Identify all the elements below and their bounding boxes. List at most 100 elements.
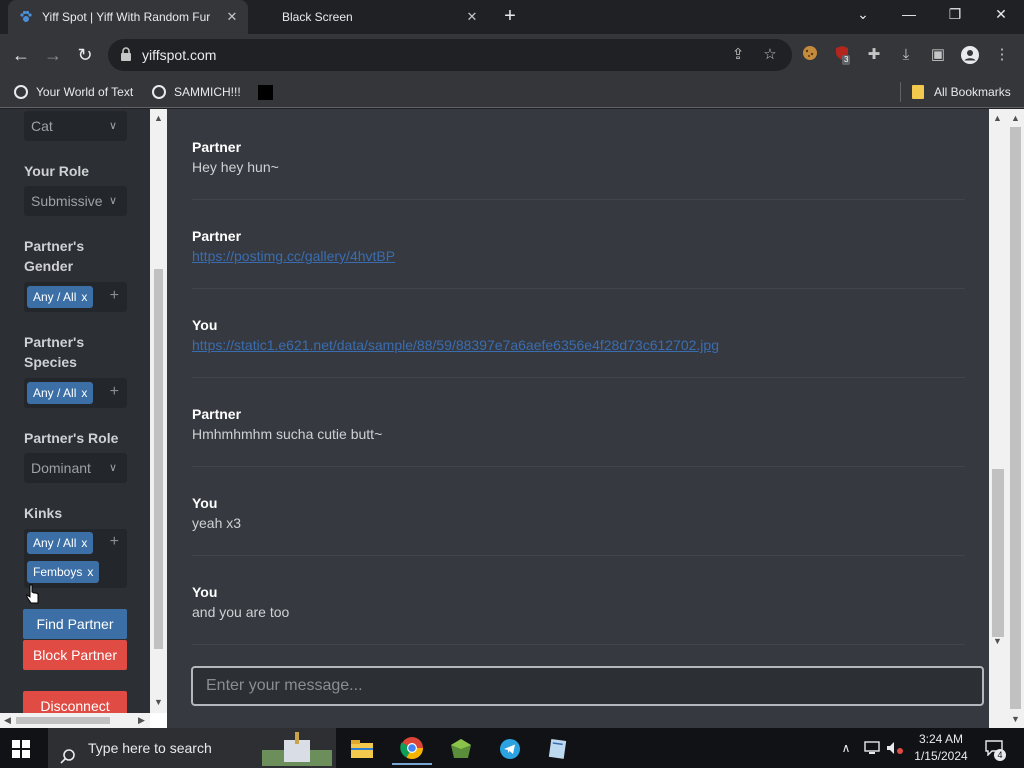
scroll-up-arrow-icon[interactable]: ▲ <box>993 113 1002 123</box>
clock-time: 3:24 AM <box>918 732 964 746</box>
bookmark-your-world-of-text[interactable]: Your World of Text <box>14 83 133 101</box>
bookmark-label: Your World of Text <box>36 85 134 99</box>
your-role-select[interactable]: Submissive ∨ <box>24 186 127 216</box>
tag-chip[interactable]: Any / All x <box>27 382 94 404</box>
search-placeholder: Type here to search <box>88 740 212 756</box>
chat-scrollbar-track[interactable]: ▲ ▼ <box>989 109 1007 728</box>
notifications-icon[interactable]: 4 <box>982 728 1006 768</box>
tag-remove-icon[interactable]: x <box>81 290 87 304</box>
tab-search-icon[interactable]: ⌄ <box>840 0 886 30</box>
notepad-icon[interactable] <box>538 733 578 765</box>
tab-close-icon[interactable]: ✕ <box>222 9 242 25</box>
download-icon[interactable]: ⤓ <box>896 45 916 65</box>
chat-message: Partner Hmhmhmhm sucha cutie butt~ <box>192 378 965 467</box>
show-hidden-icons-chevron-icon[interactable]: ∧ <box>836 728 856 768</box>
volume-muted-icon[interactable] <box>884 728 906 768</box>
window-close-icon[interactable]: ✕ <box>978 0 1024 30</box>
scrollbar-thumb[interactable] <box>154 269 163 649</box>
tab-black-screen[interactable]: Black Screen ✕ <box>256 0 488 34</box>
scroll-left-arrow-icon[interactable]: ◀ <box>4 715 11 726</box>
share-icon[interactable]: ⇪ <box>728 45 748 65</box>
scroll-right-arrow-icon[interactable]: ▶ <box>138 715 145 726</box>
chat-message: You and you are too <box>192 556 965 645</box>
new-tab-icon[interactable]: + <box>498 5 522 29</box>
scrollbar-thumb[interactable] <box>16 717 110 724</box>
disconnect-button[interactable]: Disconnect <box>23 691 127 713</box>
tag-label: Any / All <box>33 536 77 550</box>
screen: Yiff Spot | Yiff With Random Fur ✕ Black… <box>0 0 1024 768</box>
minecraft-launcher-icon[interactable] <box>441 733 481 765</box>
add-tag-icon[interactable]: + <box>110 533 119 551</box>
partner-gender-tagbox[interactable]: Any / All x + <box>24 282 127 312</box>
address-bar[interactable]: yiffspot.com ⇪ ☆ <box>108 39 792 71</box>
sidebar-scrollbar[interactable]: ▲ ▼ <box>150 109 167 713</box>
chat-message: You yeah x3 <box>192 467 965 556</box>
page-scrollbar[interactable]: ▲ ▼ ▲ ▼ <box>989 109 1024 728</box>
chat-panel: Partner Hey hey hun~ Partner https://pos… <box>167 109 989 728</box>
message-text: Hey hey hun~ <box>192 159 279 175</box>
add-tag-icon[interactable]: + <box>110 383 119 401</box>
your-role-value: Submissive <box>31 193 103 209</box>
windows-start-icon[interactable] <box>12 740 30 758</box>
ublock-extension-icon[interactable]: 3 <box>832 45 852 65</box>
message-link[interactable]: https://static1.e621.net/data/sample/88/… <box>192 337 719 353</box>
find-partner-button[interactable]: Find Partner <box>23 609 127 639</box>
scroll-up-arrow-icon[interactable]: ▲ <box>154 113 163 123</box>
bookmarks-bar: Your World of Text SAMMICH!!! All Bookma… <box>0 76 1024 108</box>
file-explorer-icon[interactable] <box>342 733 382 765</box>
cookie-extension-icon[interactable] <box>800 45 820 65</box>
globe-icon <box>152 85 166 99</box>
chat-message: Partner Hey hey hun~ <box>192 111 965 200</box>
reload-icon[interactable]: ↻ <box>72 42 98 68</box>
folder-icon <box>912 85 924 99</box>
back-icon[interactable]: ← <box>8 42 34 68</box>
scroll-down-arrow-icon[interactable]: ▼ <box>993 636 1002 646</box>
network-icon[interactable] <box>860 728 884 768</box>
outer-scrollbar[interactable]: ▲ ▼ <box>1007 109 1024 728</box>
tag-chip[interactable]: Femboys x <box>27 561 100 583</box>
restore-icon[interactable]: ❐ <box>932 0 978 30</box>
species-value: Cat <box>31 118 53 134</box>
message-sender: You <box>192 317 218 333</box>
message-input[interactable]: Enter your message... <box>191 666 984 706</box>
scroll-down-arrow-icon[interactable]: ▼ <box>1011 714 1020 724</box>
tag-remove-icon[interactable]: x <box>81 536 87 550</box>
menu-kebab-icon[interactable]: ⋮ <box>992 45 1012 65</box>
partner-species-tagbox[interactable]: Any / All x + <box>24 378 127 408</box>
tag-remove-icon[interactable]: x <box>81 386 87 400</box>
add-tag-icon[interactable]: + <box>110 287 119 305</box>
block-partner-button[interactable]: Block Partner <box>23 640 127 670</box>
minimize-icon[interactable]: — <box>886 0 932 30</box>
search-highlight-image <box>262 732 332 766</box>
species-select[interactable]: Cat ∨ <box>24 111 127 141</box>
taskbar-search[interactable]: Type here to search <box>48 728 336 768</box>
tab-yiffspot[interactable]: Yiff Spot | Yiff With Random Fur ✕ <box>8 0 248 34</box>
chrome-icon[interactable] <box>392 733 432 765</box>
partner-role-value: Dominant <box>31 460 91 476</box>
notification-count-badge: 4 <box>994 749 1006 761</box>
kinks-tagbox[interactable]: Any / All x Femboys x + <box>24 529 127 588</box>
bookmark-sammich[interactable]: SAMMICH!!! <box>152 83 241 101</box>
system-clock[interactable]: 3:24 AM 1/15/2024 <box>908 731 974 765</box>
message-link[interactable]: https://postimg.cc/gallery/4hvtBP <box>192 248 395 264</box>
partner-role-select[interactable]: Dominant ∨ <box>24 453 127 483</box>
extensions-puzzle-icon[interactable]: ✚ <box>864 45 884 65</box>
profile-avatar-icon[interactable] <box>960 45 980 65</box>
forward-icon[interactable]: → <box>40 42 66 68</box>
side-panel-icon[interactable]: ▣ <box>928 45 948 65</box>
tag-chip[interactable]: Any / All x <box>27 532 94 554</box>
search-icon <box>60 739 76 764</box>
scroll-up-arrow-icon[interactable]: ▲ <box>1011 113 1020 123</box>
message-text: Hmhmhmhm sucha cutie butt~ <box>192 426 383 442</box>
tag-chip[interactable]: Any / All x <box>27 286 94 308</box>
scrollbar-thumb[interactable] <box>992 469 1004 637</box>
tag-remove-icon[interactable]: x <box>87 565 93 579</box>
tab-close-icon[interactable]: ✕ <box>462 9 482 25</box>
sidebar-horizontal-scrollbar[interactable]: ◀ ▶ <box>0 713 150 728</box>
all-bookmarks[interactable]: All Bookmarks <box>912 83 1011 101</box>
telegram-icon[interactable] <box>490 733 530 765</box>
bookmark-black-square[interactable] <box>258 83 273 101</box>
scrollbar-thumb[interactable] <box>1010 127 1021 709</box>
bookmark-star-icon[interactable]: ☆ <box>760 45 780 65</box>
scroll-down-arrow-icon[interactable]: ▼ <box>154 697 163 707</box>
